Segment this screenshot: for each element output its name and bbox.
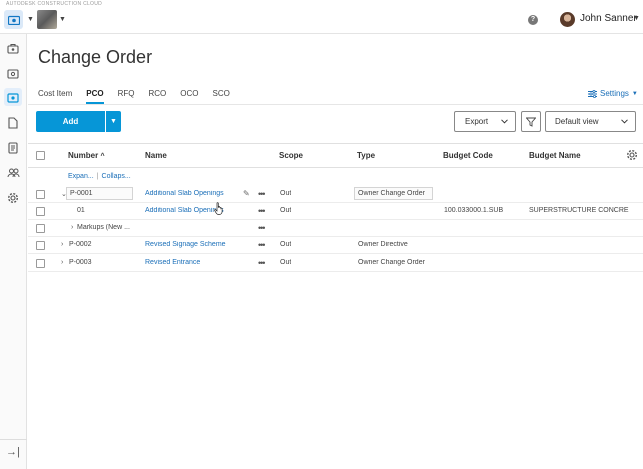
table-row[interactable]: ⌄ P-0001 Additional Slab Openings ✎ ••• … — [28, 186, 643, 203]
tab-pco[interactable]: PCO — [86, 88, 104, 104]
settings-icon[interactable] — [4, 189, 22, 207]
row-checkbox[interactable] — [36, 207, 45, 216]
row-more-icon[interactable]: ••• — [258, 240, 266, 250]
collapse-all-link[interactable]: Collaps... — [102, 173, 131, 180]
row-checkbox[interactable] — [36, 224, 45, 233]
tab-rfq[interactable]: RFQ — [118, 88, 135, 104]
row-checkbox[interactable] — [36, 241, 45, 250]
sort-ascending-icon: ^ — [100, 153, 105, 160]
cell-number: P-0003 — [69, 259, 92, 266]
page-title: Change Order — [38, 47, 153, 67]
project-chevron-down-icon[interactable]: ▼ — [59, 16, 66, 23]
row-more-icon[interactable]: ••• — [258, 223, 266, 233]
cell-type: Owner Directive — [358, 241, 408, 248]
select-all-checkbox[interactable] — [36, 151, 45, 160]
row-checkbox[interactable] — [36, 190, 45, 199]
brand-label: AUTODESK CONSTRUCTION CLOUD — [6, 1, 103, 7]
members-icon[interactable] — [4, 164, 22, 182]
left-rail — [0, 34, 27, 469]
cell-budget-code: 100.033000.1.SUB — [444, 207, 504, 214]
change-order-icon[interactable] — [4, 88, 22, 106]
forms-icon[interactable] — [4, 139, 22, 157]
help-icon[interactable]: ? — [528, 15, 538, 25]
cell-type: Owner Change Order — [358, 259, 425, 266]
settings-link[interactable]: Settings ▼ — [588, 89, 638, 98]
row-more-icon[interactable]: ••• — [258, 258, 266, 268]
cell-number: P-0002 — [69, 241, 92, 248]
expand-collapse-controls: Expan... | Collaps... — [68, 173, 131, 180]
tab-bar: Cost Item PCO RFQ RCO OCO SCO — [38, 88, 244, 104]
settings-chevron-down-icon: ▼ — [631, 90, 638, 97]
tab-oco[interactable]: OCO — [180, 88, 198, 104]
user-name[interactable]: John Sanner — [580, 13, 637, 24]
tab-cost-item[interactable]: Cost Item — [38, 88, 72, 104]
row-more-icon[interactable]: ••• — [258, 206, 266, 216]
project-thumbnail[interactable] — [37, 10, 57, 29]
column-header-name[interactable]: Name — [145, 151, 167, 160]
row-checkbox[interactable] — [36, 259, 45, 268]
table-row[interactable]: › P-0003 Revised Entrance ••• Out Owner … — [28, 255, 643, 272]
cell-name-link[interactable]: Additional Slab Openings — [145, 190, 224, 197]
row-chevron-right-icon[interactable]: › — [61, 259, 63, 266]
app-switcher-chevron-down-icon[interactable]: ▼ — [27, 16, 34, 23]
table-header: Number ^ Name Scope Type Budget Code Bud… — [28, 143, 643, 168]
tab-divider — [28, 104, 643, 105]
app-switcher-icon[interactable] — [4, 10, 23, 29]
hand-cursor-icon — [214, 202, 223, 215]
export-chevron-down-icon — [501, 119, 508, 124]
row-more-icon[interactable]: ••• — [258, 189, 266, 199]
cell-name-link[interactable]: Revised Signage Scheme — [145, 241, 226, 248]
column-header-budget-code[interactable]: Budget Code — [443, 151, 493, 160]
cell-scope: Out — [280, 241, 292, 248]
collapse-rail-icon[interactable]: →| — [6, 446, 20, 458]
cell-scope: Out — [280, 207, 292, 214]
column-header-scope[interactable]: Scope — [279, 151, 303, 160]
settings-label: Settings — [600, 89, 629, 98]
top-bar — [0, 8, 643, 34]
cell-number: P-0001 — [66, 187, 133, 200]
filter-icon — [526, 117, 536, 127]
cell-number: 01 — [77, 207, 85, 214]
cell-type: Owner Change Order — [354, 187, 433, 200]
user-menu-chevron-down-icon[interactable]: ▼ — [633, 15, 640, 22]
cell-name-link[interactable]: Revised Entrance — [145, 259, 200, 266]
column-header-type[interactable]: Type — [357, 151, 375, 160]
expand-all-link[interactable]: Expan... — [68, 173, 94, 180]
document-icon[interactable] — [4, 114, 22, 132]
submittals-icon[interactable] — [4, 64, 22, 82]
tab-sco[interactable]: SCO — [212, 88, 229, 104]
export-label: Export — [465, 117, 489, 126]
cell-scope: Out — [280, 259, 292, 266]
export-button[interactable]: Export — [454, 111, 516, 132]
row-chevron-right-icon[interactable]: › — [61, 241, 63, 248]
edit-pencil-icon[interactable]: ✎ — [243, 189, 250, 198]
rail-divider — [0, 439, 27, 440]
sliders-icon — [588, 89, 597, 98]
cell-scope: Out — [280, 190, 292, 197]
table-row[interactable]: 01 Additional Slab Openings ••• Out 100.… — [28, 203, 643, 220]
tab-rco[interactable]: RCO — [148, 88, 166, 104]
row-chevron-right-icon[interactable]: › — [71, 224, 73, 231]
cell-budget-name: SUPERSTRUCTURE CONCRE — [529, 207, 629, 214]
filter-button[interactable] — [521, 111, 541, 132]
table-row[interactable]: › P-0002 Revised Signage Scheme ••• Out … — [28, 237, 643, 254]
add-button[interactable]: Add — [36, 111, 105, 132]
avatar[interactable] — [560, 12, 575, 27]
view-selector-label: Default view — [555, 117, 599, 126]
column-header-number[interactable]: Number ^ — [68, 151, 105, 160]
view-selector[interactable]: Default view — [545, 111, 636, 132]
column-header-budget-name[interactable]: Budget Name — [529, 151, 581, 160]
add-menu-chevron-down-icon[interactable]: ▼ — [106, 111, 121, 132]
cell-number: Markups (New ... — [77, 224, 130, 231]
cell-name-link[interactable]: Additional Slab Openings — [145, 207, 224, 214]
column-settings-gear-icon[interactable] — [626, 149, 638, 161]
cost-management-icon[interactable] — [4, 39, 22, 57]
view-chevron-down-icon — [621, 119, 628, 124]
table-row[interactable]: › Markups (New ... ••• — [28, 220, 643, 237]
